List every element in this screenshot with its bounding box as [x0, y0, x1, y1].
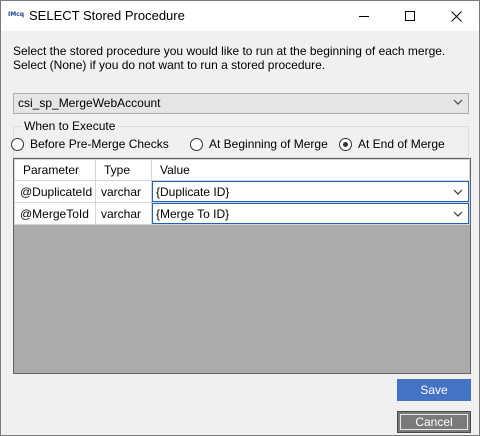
value-select-text: {Merge To ID} [156, 207, 230, 221]
parameters-grid[interactable]: Parameter Type Value @DuplicateId varcha… [13, 158, 471, 374]
radio-label: At End of Merge [358, 137, 445, 151]
column-header-type[interactable]: Type [95, 159, 152, 181]
column-header-value[interactable]: Value [151, 159, 470, 181]
radio-before-pre-merge-checks[interactable]: Before Pre-Merge Checks [11, 136, 169, 152]
value-select[interactable]: {Duplicate ID} [152, 181, 469, 202]
radio-dot [343, 141, 348, 147]
when-to-execute-legend: When to Execute [22, 119, 118, 133]
column-header-parameter[interactable]: Parameter [14, 159, 96, 181]
value-cell[interactable]: {Merge To ID} [151, 202, 470, 225]
procedure-select-value: csi_sp_MergeWebAccount [18, 96, 161, 110]
parameters-table: Parameter Type Value @DuplicateId varcha… [14, 159, 470, 225]
radio-circle-selected [339, 137, 352, 151]
close-icon [450, 10, 462, 22]
value-select[interactable]: {Merge To ID} [152, 203, 469, 224]
table-header-row: Parameter Type Value [14, 159, 470, 181]
dialog-window: IMcq SELECT Stored Procedure Select the … [0, 0, 480, 436]
radio-at-beginning-of-merge[interactable]: At Beginning of Merge [190, 136, 328, 152]
title-bar[interactable]: IMcq SELECT Stored Procedure [1, 1, 479, 31]
save-button[interactable]: Save [397, 379, 471, 401]
instructions-line-2: Select (None) if you do not want to run … [13, 58, 326, 72]
table-row[interactable]: @MergeToId varchar {Merge To ID} [14, 202, 470, 225]
radio-label: At Beginning of Merge [209, 137, 328, 151]
value-select-text: {Duplicate ID} [156, 185, 230, 199]
cancel-button-label: Cancel [415, 415, 453, 429]
instructions-line-1: Select the stored procedure you would li… [13, 44, 446, 58]
cancel-button[interactable]: Cancel [397, 411, 471, 433]
window-title: SELECT Stored Procedure [29, 8, 185, 23]
radio-at-end-of-merge[interactable]: At End of Merge [339, 136, 445, 152]
radio-circle [190, 137, 203, 151]
radio-label: Before Pre-Merge Checks [30, 137, 169, 151]
minimize-button[interactable] [341, 1, 387, 31]
type-cell[interactable]: varchar [95, 202, 152, 225]
procedure-select[interactable]: csi_sp_MergeWebAccount [13, 93, 469, 114]
instructions-text: Select the stored procedure you would li… [13, 44, 445, 72]
type-cell[interactable]: varchar [95, 180, 152, 203]
value-cell[interactable]: {Duplicate ID} [151, 180, 470, 203]
parameter-cell[interactable]: @MergeToId [14, 202, 96, 225]
parameter-cell[interactable]: @DuplicateId [14, 180, 96, 203]
when-to-execute-group: When to Execute Before Pre-Merge Checks … [11, 119, 469, 158]
minimize-icon [359, 16, 369, 17]
table-row[interactable]: @DuplicateId varchar {Duplicate ID} [14, 180, 470, 203]
chevron-down-icon [453, 211, 463, 217]
radio-circle [11, 137, 24, 151]
save-button-label: Save [420, 383, 448, 397]
close-button[interactable] [433, 1, 479, 31]
maximize-icon [405, 11, 415, 21]
chevron-down-icon [453, 189, 463, 195]
maximize-button[interactable] [387, 1, 433, 31]
app-icon: IMcq [8, 11, 25, 18]
chevron-down-icon [453, 99, 463, 105]
